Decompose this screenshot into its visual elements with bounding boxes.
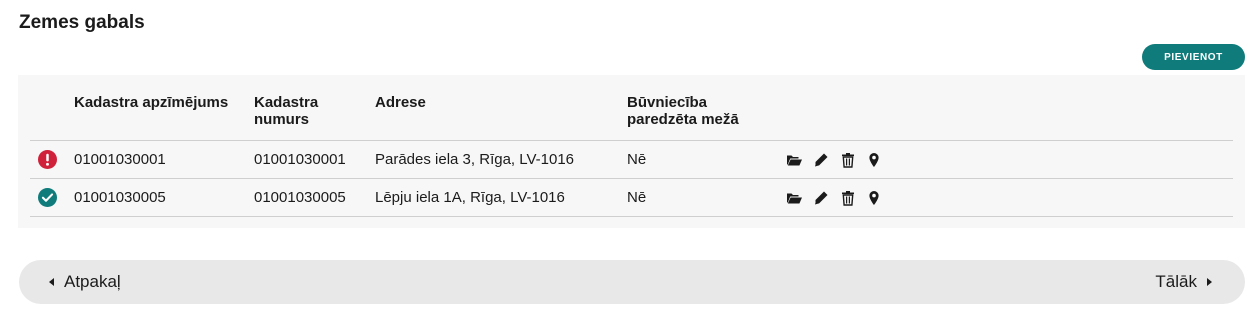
table-row: 01001030005 01001030005 Lēpju iela 1A, R… xyxy=(30,179,1233,217)
cell-cadastral-designation: 01001030005 xyxy=(74,189,166,206)
cell-address: Parādes iela 3, Rīga, LV-1016 xyxy=(375,151,575,168)
trash-icon[interactable] xyxy=(840,190,856,206)
exclamation-circle-icon xyxy=(38,150,57,169)
header-address: Adrese xyxy=(375,94,426,111)
caret-left-icon xyxy=(49,278,54,286)
pencil-icon[interactable] xyxy=(813,190,829,206)
cell-construction-in-forest: Nē xyxy=(627,151,647,168)
cell-cadastral-designation: 01001030001 xyxy=(74,151,166,168)
land-parcels-table-panel: Kadastra apzīmējums Kadastra numurs Adre… xyxy=(18,75,1245,228)
folder-open-icon[interactable] xyxy=(786,152,802,168)
cell-cadastral-number: 01001030001 xyxy=(254,151,346,168)
header-cadastral-number: Kadastra numurs xyxy=(254,94,318,128)
add-button[interactable]: PIEVIENOT xyxy=(1142,44,1245,70)
map-marker-icon[interactable] xyxy=(866,190,882,206)
header-cadastral-number-line1: Kadastra xyxy=(254,94,319,111)
caret-right-icon xyxy=(1207,278,1212,286)
back-button[interactable]: Atpakaļ xyxy=(49,272,121,292)
cell-address: Lēpju iela 1A, Rīga, LV-1016 xyxy=(375,189,565,206)
land-parcels-table: Kadastra apzīmējums Kadastra numurs Adre… xyxy=(30,75,1233,217)
trash-icon[interactable] xyxy=(840,152,856,168)
table-row: 01001030001 01001030001 Parādes iela 3, … xyxy=(30,141,1233,179)
header-forest-line2: paredzēta mežā xyxy=(627,111,739,128)
pencil-icon[interactable] xyxy=(813,152,829,168)
header-forest-line1: Būvniecība xyxy=(627,94,708,111)
folder-open-icon[interactable] xyxy=(786,190,802,206)
page-title: Zemes gabals xyxy=(19,12,145,33)
header-construction-in-forest: Būvniecība paredzēta mežā xyxy=(627,94,739,128)
step-navigation-bar: Atpakaļ Tālāk xyxy=(19,260,1245,304)
header-cadastral-designation: Kadastra apzīmējums xyxy=(74,94,229,111)
next-label: Tālāk xyxy=(1155,272,1197,291)
next-button[interactable]: Tālāk xyxy=(1155,272,1212,292)
map-marker-icon[interactable] xyxy=(866,152,882,168)
cell-cadastral-number: 01001030005 xyxy=(254,189,346,206)
cell-construction-in-forest: Nē xyxy=(627,189,647,206)
header-cadastral-number-line2: numurs xyxy=(254,111,310,128)
back-label: Atpakaļ xyxy=(64,272,121,291)
table-header-row: Kadastra apzīmējums Kadastra numurs Adre… xyxy=(30,75,1233,141)
check-circle-icon xyxy=(38,188,57,207)
